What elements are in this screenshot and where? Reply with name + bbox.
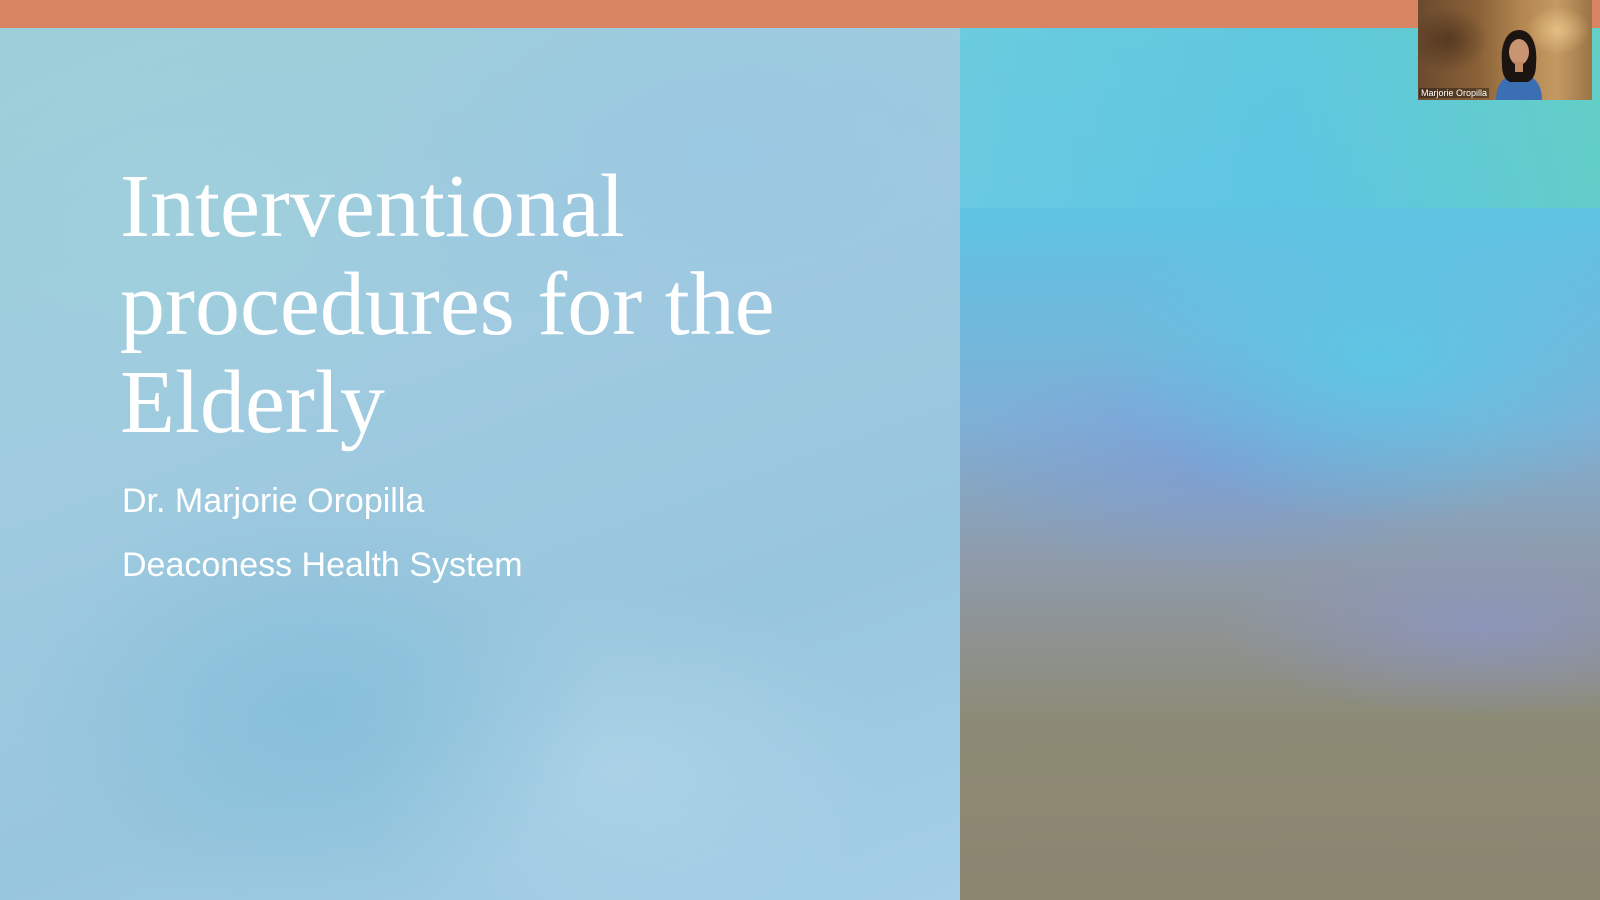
presenter-name: Dr. Marjorie Oropilla [122,482,425,520]
screen-share-view: Interventional procedures for the Elderl… [0,0,1600,900]
organization-name: Deaconess Health System [122,546,523,584]
participant-avatar [1496,30,1542,100]
participant-name-label: Marjorie Oropilla [1419,88,1490,98]
participant-video-tile[interactable]: Marjorie Oropilla [1418,0,1592,100]
slide-title: Interventional procedures for the Elderl… [120,157,775,452]
top-accent-bar [0,0,1600,28]
